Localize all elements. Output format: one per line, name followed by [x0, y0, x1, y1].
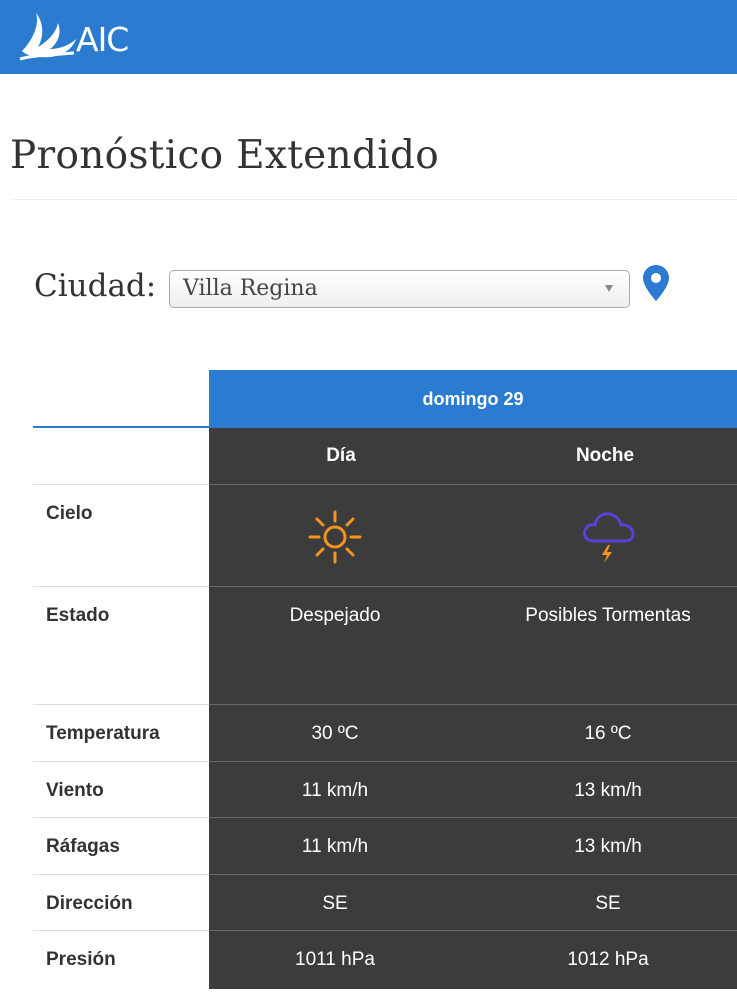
row-divider: [209, 704, 737, 705]
temperatura-night: 16 ºC: [584, 723, 632, 744]
row-label-temperatura: Temperatura: [46, 723, 160, 744]
row-divider: [33, 704, 209, 705]
page-title: Pronóstico Extendido: [10, 133, 440, 178]
city-select-value: Villa Regina: [183, 276, 318, 301]
row-divider: [209, 930, 737, 931]
viento-night: 13 km/h: [574, 780, 642, 801]
wave-bird-logo-icon: [19, 13, 76, 61]
presion-night: 1012 hPa: [567, 949, 649, 970]
row-divider: [33, 484, 209, 485]
date-header: domingo 29: [209, 370, 737, 428]
row-divider: [33, 586, 209, 587]
row-divider: [33, 930, 209, 931]
top-bar: AIC: [0, 0, 737, 74]
logo-text: AIC: [76, 19, 129, 59]
column-day: Día: [326, 445, 356, 466]
row-divider: [209, 817, 737, 818]
storm-cloud-icon: [580, 507, 638, 570]
aic-logo[interactable]: AIC: [18, 8, 129, 66]
estado-day: Despejado: [289, 605, 381, 626]
row-label-cielo: Cielo: [46, 503, 93, 524]
row-divider: [209, 874, 737, 875]
chevron-down-icon: [605, 285, 613, 292]
forecast-table: domingo 29 Día Noche Cielo Estado Despej…: [0, 370, 737, 989]
row-divider: [209, 484, 737, 485]
header-underline: [33, 426, 209, 428]
row-label-viento: Viento: [46, 780, 104, 801]
row-label-direccion: Dirección: [46, 893, 133, 914]
title-divider: [10, 199, 737, 200]
row-label-presion: Presión: [46, 949, 116, 970]
temperatura-day: 30 ºC: [311, 723, 359, 744]
row-label-rafagas: Ráfagas: [46, 836, 120, 857]
row-divider: [209, 586, 737, 587]
estado-night: Posibles Tormentas: [525, 605, 691, 626]
city-label: Ciudad:: [34, 268, 157, 304]
row-divider: [33, 874, 209, 875]
row-divider: [33, 817, 209, 818]
viento-day: 11 km/h: [301, 780, 369, 801]
sun-icon: [307, 509, 363, 570]
presion-day: 1011 hPa: [295, 949, 375, 970]
direccion-day: SE: [322, 893, 348, 914]
rafagas-day: 11 km/h: [301, 836, 369, 857]
row-divider: [33, 761, 209, 762]
column-night: Noche: [575, 445, 635, 466]
row-divider: [209, 761, 737, 762]
direccion-night: SE: [595, 893, 621, 914]
rafagas-night: 13 km/h: [574, 836, 642, 857]
map-pin-icon[interactable]: [642, 264, 670, 307]
row-label-estado: Estado: [46, 605, 110, 626]
city-select[interactable]: Villa Regina: [169, 270, 630, 308]
